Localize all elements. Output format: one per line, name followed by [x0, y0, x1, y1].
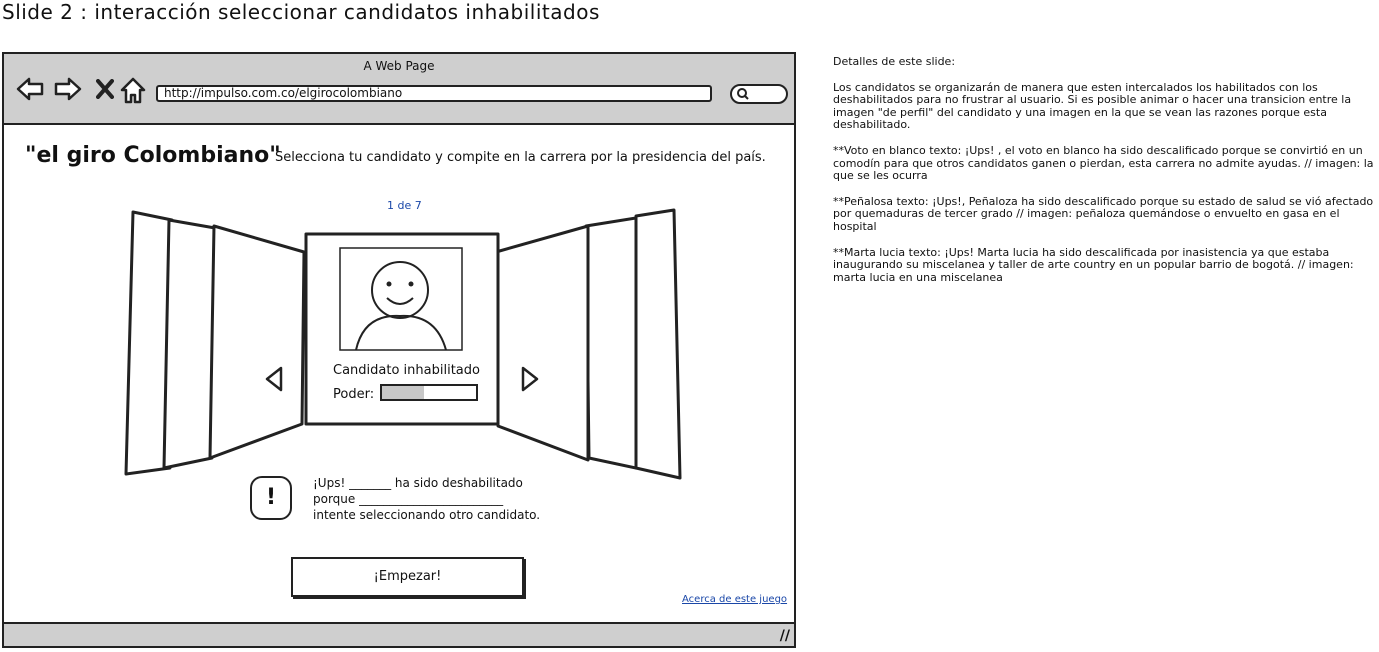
notes-paragraph: **Peñalosa texto: ¡Ups!, Peñaloza ha sid… [833, 194, 1374, 233]
side-card-right-2 [584, 216, 638, 470]
slide-notes: Detalles de este slide: Los candidatos s… [833, 55, 1379, 297]
window-title: A Web Page [363, 59, 435, 73]
resize-grip-icon[interactable]: // [780, 628, 790, 644]
start-button[interactable]: ¡Empezar! [291, 557, 524, 597]
exclamation-icon: ! [250, 476, 292, 520]
alert-message: ¡Ups! _______ ha sido deshabilitado porq… [313, 475, 540, 523]
alert-line-2: porque ________________________ [313, 492, 504, 506]
slide-title: Slide 2 : interacción seleccionar candid… [2, 0, 600, 24]
side-card-left-2 [162, 218, 217, 470]
poder-progress-bar [380, 384, 478, 401]
browser-window: A Web Page http://impulso.com.co/elgiroc… [2, 52, 796, 648]
alert-line-3: intente seleccionando otro candidato. [313, 508, 541, 522]
tagline: Selecciona tu candidato y compite en la … [275, 150, 766, 165]
home-icon[interactable] [120, 76, 146, 104]
poder-progress-fill [382, 386, 425, 399]
notes-paragraph: **Marta lucia texto: ¡Ups! Marta lucia h… [833, 245, 1354, 284]
url-field[interactable]: http://impulso.com.co/elgirocolombiano [156, 85, 712, 102]
browser-chrome: A Web Page http://impulso.com.co/elgiroc… [4, 54, 794, 125]
search-field[interactable] [730, 84, 788, 104]
candidate-avatar-icon [339, 247, 463, 351]
candidate-carousel [124, 208, 682, 480]
alert-line-1: ¡Ups! _______ ha sido deshabilitado [313, 476, 523, 490]
search-icon [737, 88, 749, 100]
poder-label: Poder: [333, 387, 375, 402]
candidate-status-label: Candidato inhabilitado [333, 363, 480, 378]
back-arrow-icon[interactable] [16, 76, 44, 102]
notes-paragraph: Los candidatos se organizarán de manera … [833, 80, 1352, 132]
notes-paragraph: **Voto en blanco texto: ¡Ups! , el voto … [833, 143, 1374, 183]
close-x-icon[interactable] [96, 79, 114, 99]
forward-arrow-icon[interactable] [54, 76, 82, 102]
browser-status-bar: // [4, 622, 794, 646]
side-card-right-1 [494, 224, 590, 462]
notes-heading: Detalles de este slide: [833, 55, 956, 68]
about-link[interactable]: Acerca de este juego [682, 594, 787, 605]
side-card-right-3 [634, 208, 682, 480]
brand-title: "el giro Colombiano" [25, 143, 281, 168]
side-card-left-1 [208, 224, 306, 460]
